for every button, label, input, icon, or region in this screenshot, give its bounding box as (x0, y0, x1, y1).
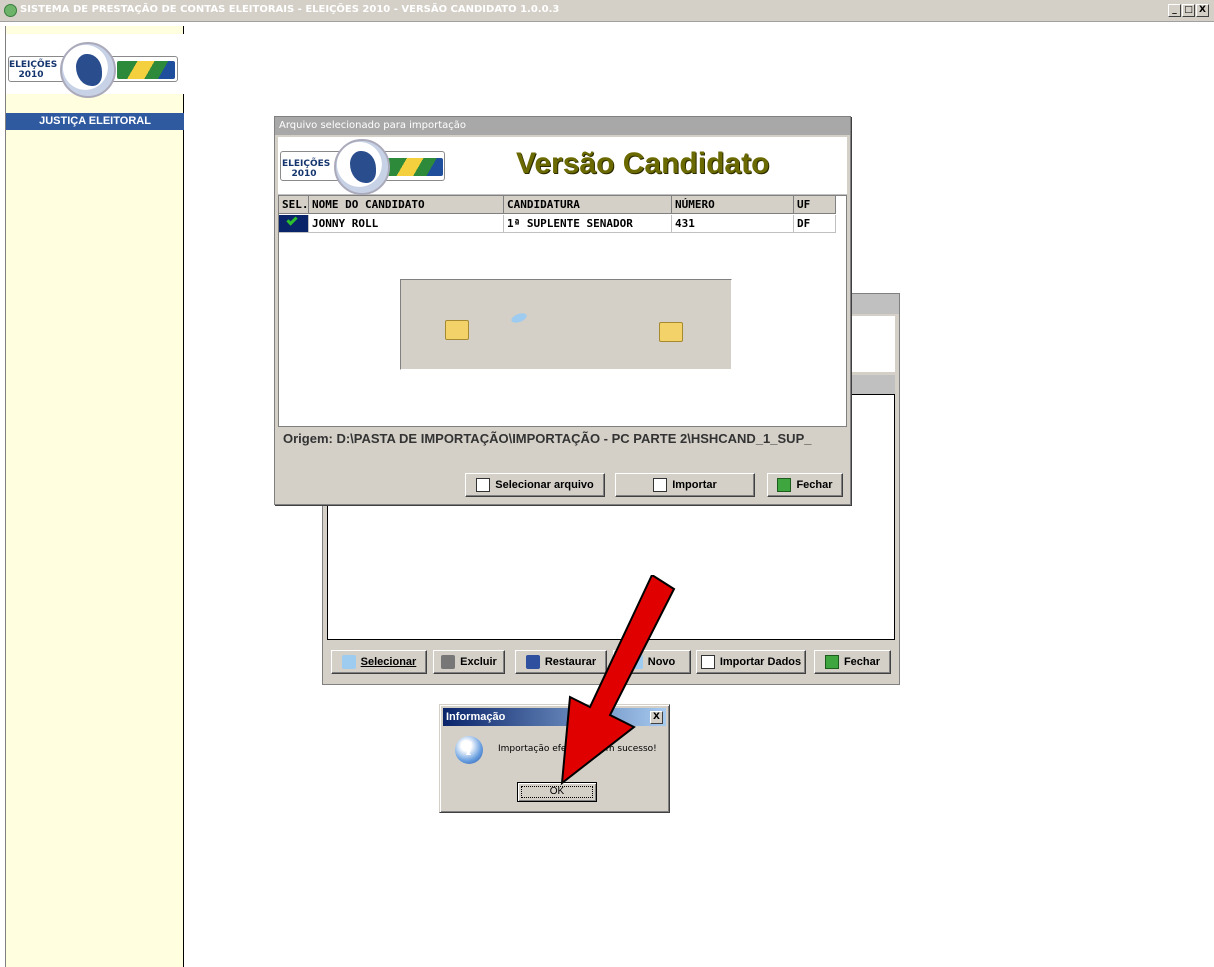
brazil-map-icon (60, 42, 116, 98)
exit-icon (824, 655, 839, 669)
import-icon (476, 478, 491, 492)
minimize-button[interactable]: _ (1168, 4, 1181, 17)
fechar-button[interactable]: Fechar (767, 473, 843, 497)
back-window-tab-strip (850, 375, 895, 395)
cell-numero[interactable]: 431 (672, 215, 794, 233)
exit-icon (777, 478, 792, 492)
target-folder-icon (659, 322, 683, 342)
flying-document-icon (510, 311, 528, 325)
progress-animation-panel (400, 279, 732, 370)
selecionar-label: Selecionar (360, 656, 417, 668)
importar-label: Importar (672, 479, 717, 491)
info-icon: i (455, 736, 483, 764)
import-icon (653, 478, 668, 492)
cell-uf[interactable]: DF (794, 215, 836, 233)
trash-icon (441, 655, 456, 669)
sidebar-logo: ELEIÇÕES 2010 (6, 34, 184, 98)
import-window-header: ELEIÇÕES 2010 Versão Candidato (278, 137, 847, 195)
origin-path: Origem: D:\PASTA DE IMPORTAÇÃO\IMPORTAÇÃ… (283, 431, 812, 446)
importar-dados-label: Importar Dados (719, 656, 802, 668)
column-header-uf[interactable]: UF (794, 196, 836, 214)
cell-candidatura[interactable]: 1ª SUPLENTE SENADOR (504, 215, 672, 233)
sidebar-item-justica-eleitoral[interactable]: JUSTIÇA ELEITORAL (6, 113, 184, 130)
import-logo-text-line2: 2010 (291, 169, 317, 179)
importar-button[interactable]: Importar (615, 473, 755, 497)
row-select-checkbox[interactable] (279, 214, 309, 233)
flag-icon (387, 158, 443, 176)
sidebar: ELEIÇÕES 2010 JUSTIÇA ELEITORAL (5, 26, 184, 967)
arrow-shape (560, 575, 676, 786)
selecionar-arquivo-button[interactable]: Selecionar arquivo (465, 473, 605, 497)
version-heading: Versão Candidato (516, 147, 770, 180)
logo-text-line2: 2010 (18, 70, 44, 80)
column-header-candidatura[interactable]: CANDIDATURA (504, 196, 672, 214)
close-window-button[interactable]: X (1196, 4, 1209, 17)
column-header-sel[interactable]: SEL. (279, 196, 309, 214)
column-header-nome[interactable]: NOME DO CANDIDATO (309, 196, 504, 214)
cell-nome[interactable]: JONNY ROLL (309, 215, 504, 233)
brazil-map-icon (334, 139, 390, 195)
import-icon (700, 655, 715, 669)
fechar-label: Fechar (796, 479, 833, 491)
save-icon (525, 655, 540, 669)
source-folder-icon (445, 320, 469, 340)
excluir-button[interactable]: Excluir (433, 650, 505, 674)
column-header-numero[interactable]: NÚMERO (672, 196, 794, 214)
app-icon (4, 4, 17, 17)
logo-text-line1: ELEIÇÕES (9, 60, 58, 70)
selecionar-arquivo-label: Selecionar arquivo (495, 479, 594, 491)
maximize-button[interactable]: □ (1182, 4, 1195, 17)
importar-dados-button[interactable]: Importar Dados (696, 650, 806, 674)
import-window: Arquivo selecionado para importação ELEI… (274, 116, 851, 505)
main-title-bar: SISTEMA DE PRESTAÇÃO DE CONTAS ELEITORAI… (0, 0, 1214, 22)
import-logo-text-line1: ELEIÇÕES (282, 159, 331, 169)
import-window-title: Arquivo selecionado para importação (275, 117, 850, 135)
flag-icon (117, 61, 175, 79)
candidate-table: SEL. NOME DO CANDIDATO CANDIDATURA NÚMER… (278, 195, 847, 427)
select-icon (341, 655, 356, 669)
red-arrow-annotation (560, 575, 676, 786)
fechar-button-back[interactable]: Fechar (814, 650, 891, 674)
main-window-title: SISTEMA DE PRESTAÇÃO DE CONTAS ELEITORAI… (20, 4, 560, 15)
check-icon (286, 214, 298, 226)
selecionar-button[interactable]: Selecionar (331, 650, 427, 674)
excluir-label: Excluir (460, 656, 497, 668)
fechar-label-back: Fechar (843, 656, 881, 668)
